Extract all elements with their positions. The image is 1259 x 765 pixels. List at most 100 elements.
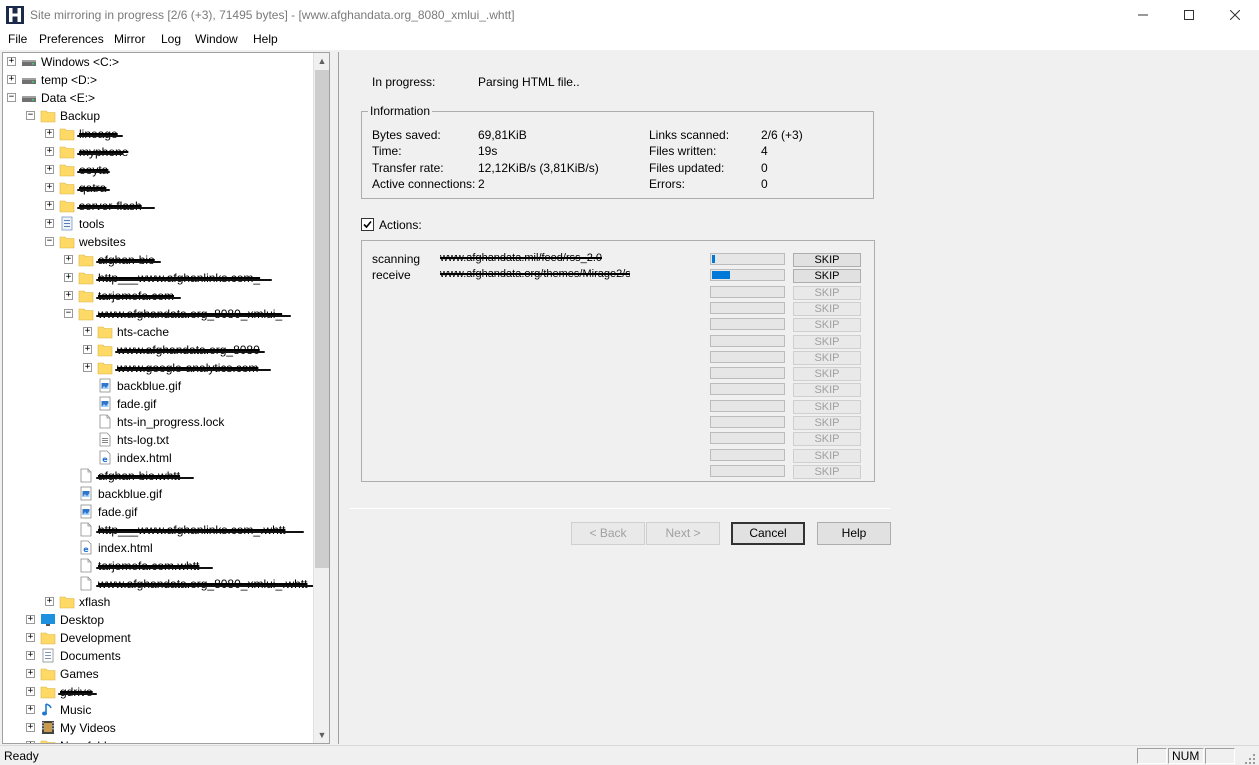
skip-button[interactable]: SKIP xyxy=(793,464,861,479)
expand-icon[interactable]: + xyxy=(83,345,92,354)
expand-icon[interactable]: + xyxy=(26,723,35,732)
tree-item[interactable]: fade.gif xyxy=(3,395,314,413)
collapse-icon[interactable]: − xyxy=(45,237,54,246)
skip-button[interactable]: SKIP xyxy=(793,253,861,267)
expand-icon[interactable]: + xyxy=(64,255,73,264)
scroll-down-icon[interactable]: ▼ xyxy=(314,727,329,743)
help-button[interactable]: Help xyxy=(817,522,891,545)
tree-scroll-thumb[interactable] xyxy=(315,70,329,568)
skip-button[interactable]: SKIP xyxy=(793,448,861,463)
tree-item[interactable]: + New folder xyxy=(3,737,314,743)
collapse-icon[interactable]: − xyxy=(64,309,73,318)
skip-button[interactable]: SKIP xyxy=(793,285,861,300)
tree-item[interactable]: + http___www.afghanlinks.com_ xyxy=(3,269,314,287)
collapse-icon[interactable]: − xyxy=(26,111,35,120)
expand-icon[interactable]: + xyxy=(26,669,35,678)
resize-grip-icon[interactable] xyxy=(1243,752,1256,765)
skip-button[interactable]: SKIP xyxy=(793,432,861,447)
tree-item[interactable]: − www.afghandata.org_8080_xmlui_ xyxy=(3,305,314,323)
tree-item[interactable]: + Music xyxy=(3,701,314,719)
tree-item[interactable]: + server-flash xyxy=(3,197,314,215)
tree-item[interactable]: + www.google-analytics.com xyxy=(3,359,314,377)
tree-item[interactable]: + qatra xyxy=(3,179,314,197)
cancel-button[interactable]: Cancel xyxy=(731,522,805,545)
expand-icon[interactable]: + xyxy=(45,201,54,210)
skip-button[interactable]: SKIP xyxy=(793,416,861,430)
menu-file[interactable]: File xyxy=(7,32,28,46)
skip-button[interactable]: SKIP xyxy=(793,269,861,284)
actions-checkbox[interactable] xyxy=(361,218,374,231)
maximize-button[interactable] xyxy=(1166,0,1212,30)
pane-splitter[interactable] xyxy=(332,52,337,744)
expand-icon[interactable]: + xyxy=(64,273,73,282)
tree-item[interactable]: + tools xyxy=(3,215,314,233)
tree-item[interactable]: www.afghandata.org_8080_xmlui_.whtt xyxy=(3,575,314,593)
tree-item[interactable]: − Data <E:> xyxy=(3,89,314,107)
tree-item[interactable]: + ooyta xyxy=(3,161,314,179)
skip-button[interactable]: SKIP xyxy=(793,350,861,365)
menu-preferences[interactable]: Preferences xyxy=(38,32,105,46)
expand-icon[interactable]: + xyxy=(45,219,54,228)
scroll-up-icon[interactable]: ▲ xyxy=(314,53,329,69)
skip-button[interactable]: SKIP xyxy=(793,399,861,414)
expand-icon[interactable]: + xyxy=(7,75,16,84)
tree-item[interactable]: backblue.gif xyxy=(3,377,314,395)
expand-icon[interactable]: + xyxy=(45,183,54,192)
tree-item[interactable]: + tarjomefa.com xyxy=(3,287,314,305)
skip-button[interactable]: SKIP xyxy=(793,318,861,333)
tree-item[interactable]: + xflash xyxy=(3,593,314,611)
expand-icon[interactable]: + xyxy=(45,165,54,174)
tree-item[interactable]: + Windows <C:> xyxy=(3,53,314,71)
expand-icon[interactable]: + xyxy=(26,651,35,660)
tree-item[interactable]: + www.afghandata.org_8080 xyxy=(3,341,314,359)
menu-log[interactable]: Log xyxy=(160,32,182,46)
menu-window[interactable]: Window xyxy=(194,32,239,46)
expand-icon[interactable]: + xyxy=(26,633,35,642)
skip-button[interactable]: SKIP xyxy=(793,334,861,349)
tree-item[interactable]: + Desktop xyxy=(3,611,314,629)
expand-icon[interactable]: + xyxy=(83,327,92,336)
expand-icon[interactable]: + xyxy=(26,615,35,624)
expand-icon[interactable]: + xyxy=(45,147,54,156)
tree-item[interactable]: + lineage xyxy=(3,125,314,143)
expand-icon[interactable]: + xyxy=(83,363,92,372)
skip-button[interactable]: SKIP xyxy=(793,383,861,398)
tree-item[interactable]: tarjomefa.com.whtt xyxy=(3,557,314,575)
tree-item[interactable]: + afghan-bio xyxy=(3,251,314,269)
tree-item[interactable]: + gdrive xyxy=(3,683,314,701)
tree-item[interactable]: hts-in_progress.lock xyxy=(3,413,314,431)
expand-icon[interactable]: + xyxy=(64,291,73,300)
tree-item[interactable]: − Backup xyxy=(3,107,314,125)
close-button[interactable] xyxy=(1212,0,1258,30)
tree-item[interactable]: hts-log.txt xyxy=(3,431,314,449)
tree-item[interactable]: e index.html xyxy=(3,449,314,467)
expand-icon[interactable]: + xyxy=(7,57,16,66)
menu-mirror[interactable]: Mirror xyxy=(113,32,146,46)
next-button[interactable]: Next > xyxy=(646,522,720,545)
expand-icon[interactable]: + xyxy=(26,741,35,743)
tree-item[interactable]: + myphone xyxy=(3,143,314,161)
tree-item[interactable]: + Documents xyxy=(3,647,314,665)
expand-icon[interactable]: + xyxy=(45,129,54,138)
tree-scrollbar[interactable]: ▲ ▼ xyxy=(313,53,329,743)
tree-item[interactable]: + Games xyxy=(3,665,314,683)
expand-icon[interactable]: + xyxy=(45,597,54,606)
tree-item[interactable]: + Development xyxy=(3,629,314,647)
tree-item[interactable]: http___www.afghanlinks.com_.whtt xyxy=(3,521,314,539)
menu-help[interactable]: Help xyxy=(252,32,279,46)
tree-item[interactable]: e index.html xyxy=(3,539,314,557)
tree-item[interactable]: fade.gif xyxy=(3,503,314,521)
collapse-icon[interactable]: − xyxy=(7,93,16,102)
expand-icon[interactable]: + xyxy=(26,705,35,714)
back-button[interactable]: < Back xyxy=(571,522,645,545)
expand-icon[interactable]: + xyxy=(26,687,35,696)
tree-item[interactable]: backblue.gif xyxy=(3,485,314,503)
tree-item[interactable]: − websites xyxy=(3,233,314,251)
skip-button[interactable]: SKIP xyxy=(793,301,861,316)
tree-item[interactable]: + temp <D:> xyxy=(3,71,314,89)
tree-item[interactable]: + hts-cache xyxy=(3,323,314,341)
minimize-button[interactable] xyxy=(1120,0,1166,30)
skip-button[interactable]: SKIP xyxy=(793,367,861,382)
tree-item[interactable]: afghan-bio.whtt xyxy=(3,467,314,485)
tree-item[interactable]: + My Videos xyxy=(3,719,314,737)
